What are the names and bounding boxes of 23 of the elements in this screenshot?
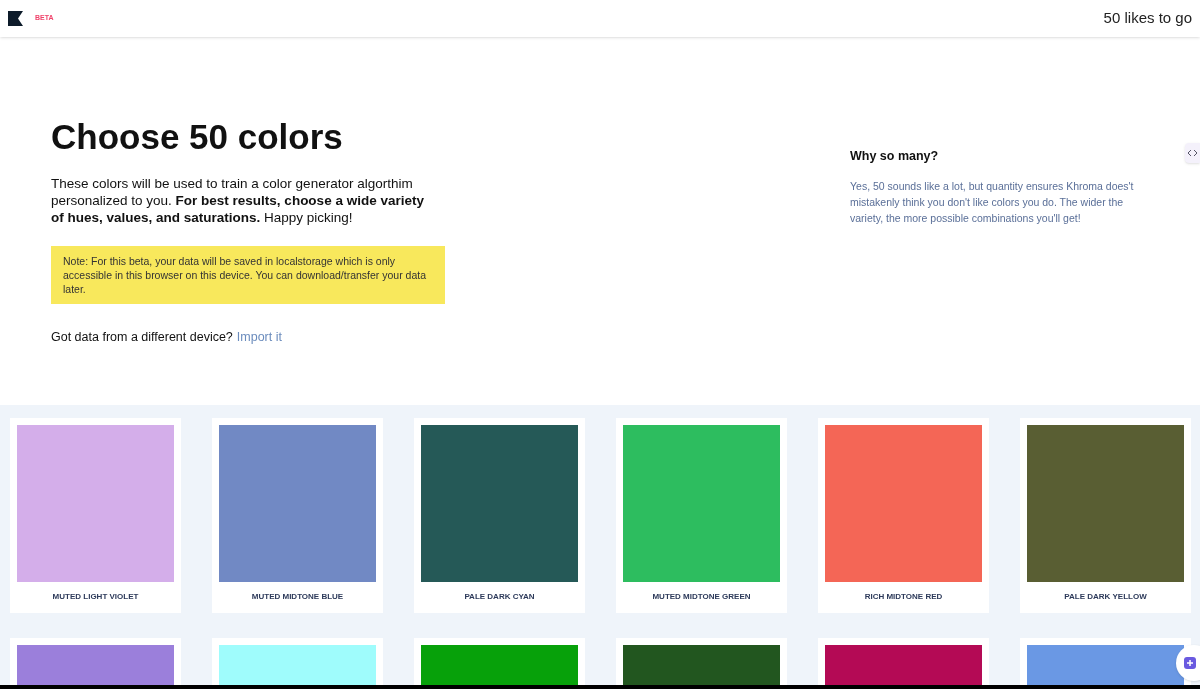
color-name: PALE DARK CYAN — [464, 591, 535, 603]
note-box: Note: For this beta, your data will be saved in localstorage which is only accessible in this browser on this device. You can download/transfer your data later. — [51, 245, 445, 304]
aside-text: Yes, 50 sounds like a lot, but quantity ensures Khroma does't mistakenly think you don't like colors you do. The wider the variety, the more possible combinations you'll get! — [850, 178, 1135, 226]
color-name: MUTED MIDTONE BLUE — [251, 591, 344, 603]
intro-text: These colors will be used to train a color generator algorthim personalized to you. For best results, choose a wide variety of hues, values, and saturations. Happy picking! — [51, 174, 425, 226]
color-name: PALE DARK YELLOW — [1064, 591, 1147, 603]
color-name: RICH MIDTONE RED — [864, 591, 943, 603]
color-card[interactable]: MUTED MIDTONE GREEN — [616, 418, 787, 613]
color-name: MUTED MIDTONE GREEN — [652, 591, 751, 603]
color-card[interactable]: PALE DARK CYAN — [414, 418, 585, 613]
color-name: MUTED LIGHT VIOLET — [52, 591, 139, 603]
color-card[interactable]: MUTED MIDTONE BLUE — [212, 418, 383, 613]
color-card[interactable]: PALE DARK YELLOW — [1020, 418, 1191, 613]
import-prompt: Got data from a different device? — [51, 328, 233, 346]
import-link[interactable]: Import it — [236, 327, 282, 347]
likes-counter: 50 likes to go — [1103, 8, 1192, 29]
side-tab-icon[interactable] — [1185, 143, 1200, 163]
chat-icon — [1184, 657, 1196, 669]
logo-icon[interactable] — [8, 11, 23, 26]
page-title: Choose 50 colors — [51, 116, 344, 158]
aside-title: Why so many? — [850, 148, 940, 165]
color-card[interactable]: MUTED LIGHT VIOLET — [10, 418, 181, 613]
color-card[interactable]: RICH MIDTONE RED — [818, 418, 989, 613]
